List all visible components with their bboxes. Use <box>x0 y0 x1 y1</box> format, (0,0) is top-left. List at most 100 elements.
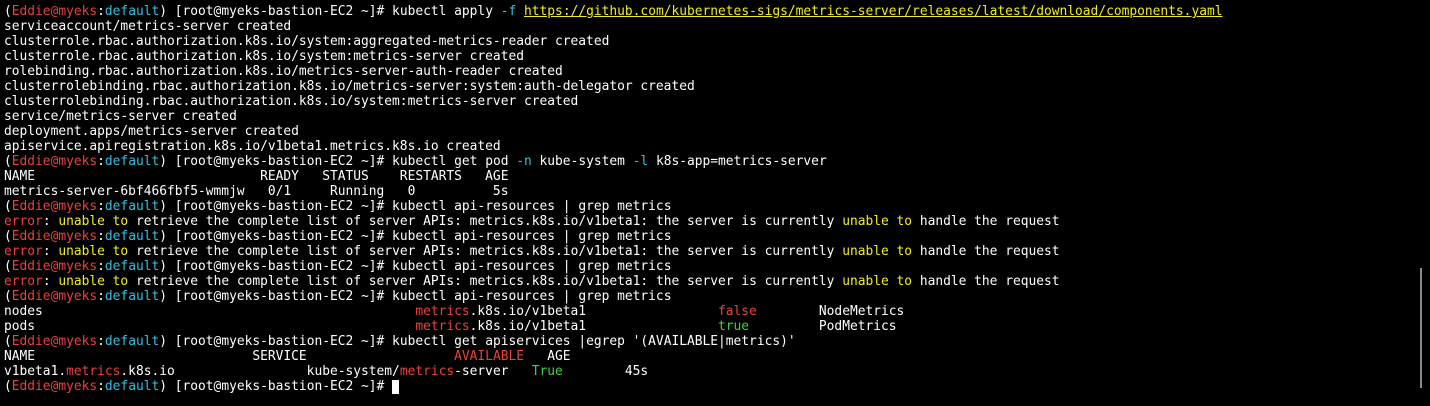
terminal-text: : <box>97 199 105 214</box>
terminal-text: : <box>97 229 105 244</box>
terminal-line: (Eddie@myeks:default) [root@myeks-bastio… <box>4 379 392 394</box>
terminal-text: ) [root@myeks-bastion-EC2 ~]# kubectl ap… <box>159 199 672 214</box>
terminal-text: ( <box>4 154 12 169</box>
terminal-line: (Eddie@myeks:default) [root@myeks-bastio… <box>4 259 671 274</box>
scrollbar[interactable] <box>1420 268 1422 388</box>
terminal-text: Eddie@myeks <box>11 4 98 19</box>
terminal-text: default <box>104 154 160 169</box>
terminal-line: (Eddie@myeks:default) [root@myeks-bastio… <box>4 4 1223 19</box>
terminal-text: .k8s.io/v1beta1 <box>469 319 719 334</box>
terminal-text: error <box>4 274 43 289</box>
terminal-text: k8s-app=metrics-server <box>648 154 827 169</box>
terminal-text: ( <box>4 199 12 214</box>
terminal-text: : <box>97 289 105 304</box>
terminal-text: handle the request <box>912 214 1060 229</box>
terminal-text: v1beta1. <box>4 364 67 379</box>
terminal-text: serviceaccount/metrics-server created <box>4 19 292 34</box>
terminal-text: nodes <box>4 304 416 319</box>
terminal-line: rolebinding.rbac.authorization.k8s.io/me… <box>4 64 563 79</box>
terminal-text: error <box>4 244 43 259</box>
terminal-line: error: unable to retrieve the complete l… <box>4 244 1060 259</box>
terminal-text: ) [root@myeks-bastion-EC2 ~]# kubectl ge… <box>159 334 796 349</box>
terminal-text: ) [root@myeks-bastion-EC2 ~]# kubectl ap… <box>159 259 672 274</box>
terminal-text: unable to <box>58 214 129 229</box>
terminal-text: clusterrolebinding.rbac.authorization.k8… <box>4 94 579 109</box>
terminal-line: clusterrolebinding.rbac.authorization.k8… <box>4 94 578 109</box>
terminal-text: service/metrics-server created <box>4 109 237 124</box>
terminal-line: error: unable to retrieve the complete l… <box>4 214 1060 229</box>
terminal-text: ) [root@myeks-bastion-EC2 ~]# kubectl ap… <box>159 229 672 244</box>
terminal-line: metrics-server-6bf466fbf5-wmmjw 0/1 Runn… <box>4 184 508 199</box>
terminal-text: ( <box>4 259 12 274</box>
terminal-text: ( <box>4 289 12 304</box>
terminal-text: metrics-server-6bf466fbf5-wmmjw 0/1 Runn… <box>4 184 509 199</box>
terminal-text: unable to <box>58 274 129 289</box>
terminal-line: clusterrolebinding.rbac.authorization.k8… <box>4 79 695 94</box>
terminal-text: default <box>104 259 160 274</box>
terminal-text: kube-system <box>531 154 633 169</box>
terminal-text: .k8s.io kube-system/ <box>120 364 400 379</box>
terminal-text: retrieve the complete list of server API… <box>128 274 843 289</box>
terminal-line: pods metrics.k8s.io/v1beta1 true PodMetr… <box>4 319 897 334</box>
terminal-text: default <box>104 379 160 394</box>
terminal-text: ( <box>4 4 12 19</box>
terminal-text: ) [root@myeks-bastion-EC2 ~]# kubectl ge… <box>159 154 517 169</box>
terminal-line: clusterrole.rbac.authorization.k8s.io/sy… <box>4 34 609 49</box>
terminal-text: default <box>104 334 160 349</box>
terminal-text: Eddie@myeks <box>11 229 98 244</box>
terminal-text: ( <box>4 229 12 244</box>
terminal-line: NAME READY STATUS RESTARTS AGE <box>4 169 508 184</box>
terminal-line: v1beta1.metrics.k8s.io kube-system/metri… <box>4 364 648 379</box>
terminal-window[interactable]: (Eddie@myeks:default) [root@myeks-bastio… <box>0 0 1430 406</box>
terminal-text: ) [root@myeks-bastion-EC2 ~]# kubectl ap… <box>159 289 672 304</box>
terminal-text: pods <box>4 319 416 334</box>
terminal-text: Eddie@myeks <box>11 379 98 394</box>
terminal-text: default <box>104 229 160 244</box>
terminal-line: (Eddie@myeks:default) [root@myeks-bastio… <box>4 154 827 169</box>
terminal-text: ) [root@myeks-bastion-EC2 ~]# <box>159 379 393 394</box>
terminal-text: AVAILABLE <box>454 349 524 364</box>
terminal-text: ( <box>4 379 12 394</box>
terminal-text: clusterrolebinding.rbac.authorization.k8… <box>4 79 695 94</box>
terminal-line: error: unable to retrieve the complete l… <box>4 274 1060 289</box>
terminal-text: PodMetrics <box>749 319 897 334</box>
terminal-line: service/metrics-server created <box>4 109 237 124</box>
terminal-text: -l <box>632 154 649 169</box>
terminal-text: ( <box>4 334 12 349</box>
terminal-line: (Eddie@myeks:default) [root@myeks-bastio… <box>4 289 671 304</box>
terminal-text: -f <box>500 4 517 19</box>
terminal-text: clusterrole.rbac.authorization.k8s.io/sy… <box>4 49 524 64</box>
terminal-text: : <box>97 4 105 19</box>
terminal-text: error <box>4 214 43 229</box>
terminal-text: : <box>97 259 105 274</box>
terminal-text: NAME READY STATUS RESTARTS AGE <box>4 169 509 184</box>
terminal-line: serviceaccount/metrics-server created <box>4 19 291 34</box>
terminal-line: deployment.apps/metrics-server created <box>4 124 299 139</box>
terminal-text: : <box>42 214 59 229</box>
terminal-text: : <box>42 274 59 289</box>
terminal-text: default <box>104 289 160 304</box>
terminal-text: https://github.com/kubernetes-sigs/metri… <box>524 4 1223 19</box>
terminal-text: apiservice.apiregistration.k8s.io/v1beta… <box>4 139 501 154</box>
terminal-text: retrieve the complete list of server API… <box>128 214 843 229</box>
terminal-text: -server <box>454 364 532 379</box>
terminal-text: default <box>104 199 160 214</box>
terminal-line: nodes metrics.k8s.io/v1beta1 false NodeM… <box>4 304 904 319</box>
terminal-line: NAME SERVICE AVAILABLE AGE <box>4 349 571 364</box>
terminal-text: false <box>718 304 757 319</box>
terminal-line: apiservice.apiregistration.k8s.io/v1beta… <box>4 139 501 154</box>
terminal-text: true <box>718 319 750 334</box>
terminal-text: : <box>97 154 105 169</box>
terminal-line: clusterrole.rbac.authorization.k8s.io/sy… <box>4 49 524 64</box>
terminal-text: unable to <box>842 274 913 289</box>
terminal-text: default <box>104 4 160 19</box>
terminal-text: : <box>97 334 105 349</box>
terminal-text: unable to <box>842 214 913 229</box>
terminal-text: True <box>531 364 563 379</box>
terminal-line: (Eddie@myeks:default) [root@myeks-bastio… <box>4 199 671 214</box>
terminal-text: NodeMetrics <box>756 304 905 319</box>
terminal-text: .k8s.io/v1beta1 <box>469 304 719 319</box>
terminal-text: unable to <box>58 244 129 259</box>
terminal-text: -n <box>516 154 532 169</box>
terminal-text: metrics <box>415 304 470 319</box>
